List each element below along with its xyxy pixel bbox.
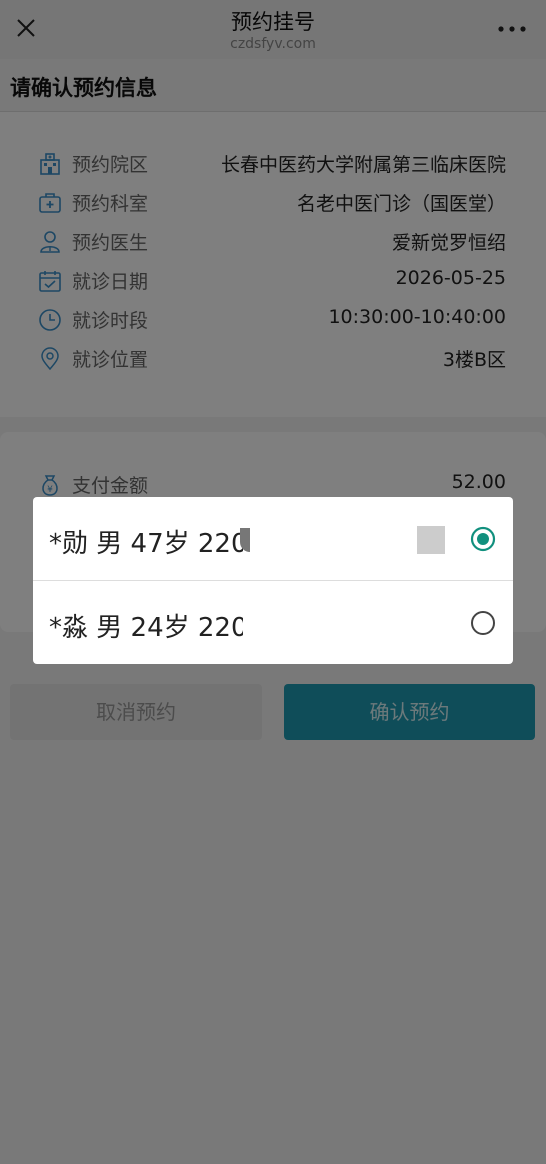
patient-option[interactable]: *勋 男 47岁 220 [33, 497, 513, 580]
patient-option[interactable]: *淼 男 24岁 220 [33, 581, 513, 664]
text-cursor-handle [240, 528, 250, 552]
patient-select-dialog: *勋 男 47岁 220 *淼 男 24岁 220 [33, 497, 513, 664]
patient-option-label: *勋 男 47岁 220 [49, 529, 243, 559]
radio-selected-icon[interactable] [470, 526, 496, 552]
placeholder-box [417, 526, 445, 554]
radio-unselected-icon[interactable] [470, 610, 496, 636]
patient-option-label: *淼 男 24岁 220 [49, 613, 243, 643]
